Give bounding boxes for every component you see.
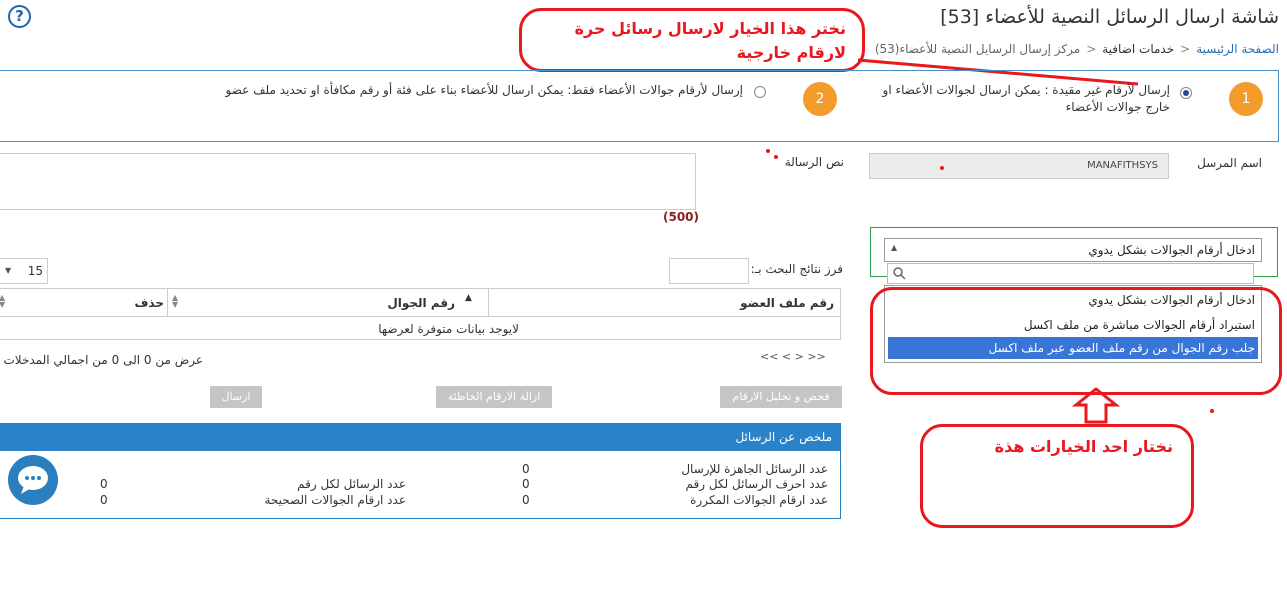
annotation-callout-bottom: نختار احد الخيارات هذة (920, 424, 1194, 528)
sort-asc-icon[interactable]: ▲ (465, 293, 472, 303)
send-button[interactable]: ارسال (210, 386, 262, 408)
sender-name-field[interactable]: MANAFITHSYS (869, 153, 1169, 179)
sort-both-icon[interactable]: ▲ ▼ (172, 294, 178, 309)
chars-per-number-value: 0 (522, 477, 530, 491)
page-size-select[interactable]: 15 ▼ (0, 258, 48, 284)
sender-name-label: اسم المرسل (1197, 156, 1262, 170)
required-marker (940, 166, 944, 170)
column-member-file[interactable]: رقم ملف العضو (740, 296, 834, 324)
column-mobile-number[interactable]: رقم الجوال (387, 296, 455, 324)
chat-icon[interactable] (8, 455, 58, 505)
valid-numbers-value: 0 (100, 493, 108, 507)
required-marker (774, 155, 778, 159)
breadcrumb-current: مركز إرسال الرسايل النصية للأعضاء(53) (874, 42, 1081, 56)
ready-messages-value: 0 (522, 462, 530, 476)
message-summary-panel: ملخص عن الرسائل عدد الرسائل الجاهزة للإر… (0, 423, 841, 519)
step-number-1: 1 (1229, 82, 1263, 116)
breadcrumb-separator: < (1180, 42, 1191, 56)
messages-per-number-value: 0 (100, 477, 108, 491)
filter-label: فرز نتائج البحث بـ: (750, 262, 843, 276)
required-marker (766, 149, 770, 153)
table-pager[interactable]: << < > >> (760, 350, 826, 363)
duplicate-numbers-value: 0 (522, 493, 530, 507)
analyze-numbers-button[interactable]: فحص و تحليل الارقام (720, 386, 842, 408)
chat-bubble-glyph (18, 466, 48, 494)
table-info: عرض من 0 الى 0 من اجمالي المدخلات 0 (0, 353, 203, 367)
option-unrestricted-line2: خارج جوالات الأعضاء (1065, 100, 1170, 114)
table-empty-message: لايوجد بيانات متوفرة لعرضها (378, 322, 519, 336)
step-number-2: 2 (803, 82, 837, 116)
annotation-dot (1210, 409, 1214, 413)
duplicate-numbers-label: عدد ارقام الجوالات المكررة (690, 493, 828, 507)
radio-unrestricted-numbers[interactable] (1180, 87, 1192, 99)
ready-messages-label: عدد الرسائل الجاهزة للإرسال (681, 462, 828, 476)
option-unrestricted-line1: إرسال لأرقام غير مقيدة : يمكن ارسال لجوا… (882, 83, 1170, 97)
number-source-selected: ادخال أرقام الجوالات بشكل يدوي (1088, 243, 1255, 257)
annotation-callout-dropdown (870, 287, 1282, 395)
breadcrumb-separator: < (1086, 42, 1097, 56)
dropdown-search-input[interactable] (887, 263, 1254, 284)
messages-per-number-label: عدد الرسائل لكل رقم (297, 477, 406, 491)
summary-title: ملخص عن الرسائل (735, 430, 832, 444)
page-size-value: 15 (27, 264, 43, 278)
breadcrumb: الصفحة الرئيسية < خدمات اضافية < مركز إرسال … (875, 42, 1279, 56)
radio-members-only[interactable] (754, 86, 766, 98)
remove-wrong-numbers-button[interactable]: ازالة الارقام الخاطئة (436, 386, 552, 408)
breadcrumb-services[interactable]: خدمات اضافية (1102, 42, 1174, 56)
annotation-text-bottom: نختار احد الخيارات هذة (994, 437, 1173, 456)
valid-numbers-label: عدد ارقام الجوالات الصحيحة (264, 493, 406, 507)
filter-input[interactable] (669, 258, 749, 284)
message-textarea[interactable] (0, 153, 696, 210)
caret-up-icon: ▲ (891, 243, 898, 252)
char-counter: (500) (663, 210, 700, 224)
chevron-down-icon: ▼ (5, 266, 12, 275)
chars-per-number-label: عدد احرف الرسائل لكل رقم (685, 477, 828, 491)
option-members-only-text: إرسال لأرقام جوالات الأعضاء فقط: يمكن ار… (225, 83, 743, 97)
message-text-label: نص الرسالة (784, 155, 844, 169)
column-delete[interactable]: حذف (134, 296, 164, 324)
search-icon (893, 267, 906, 280)
breadcrumb-home[interactable]: الصفحة الرئيسية (1196, 42, 1279, 56)
sender-name-value: MANAFITHSYS (1087, 160, 1158, 171)
number-source-select[interactable]: ادخال أرقام الجوالات بشكل يدوي ▲ (884, 238, 1262, 262)
sort-both-icon[interactable]: ▲ ▼ (0, 294, 5, 309)
numbers-table: رقم ملف العضو ▲ رقم الجوال ▲ ▼ حذف ▲ ▼ لاي… (0, 288, 841, 340)
